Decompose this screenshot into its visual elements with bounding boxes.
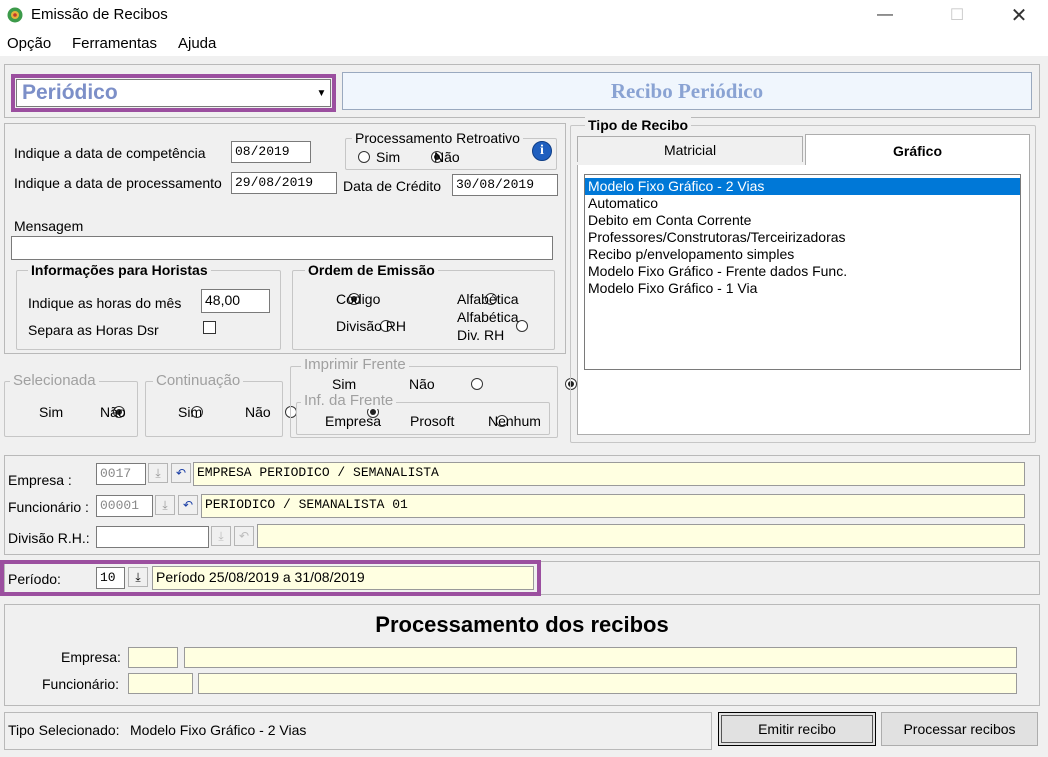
periodo-code-input[interactable]: 10 <box>96 567 125 589</box>
tab-matricial-label: Matricial <box>663 141 717 158</box>
periodo-label: Período: <box>8 571 61 587</box>
funcionario-code-input[interactable]: 00001 <box>96 495 153 517</box>
processar-recibos-label: Processar recibos <box>903 721 1016 737</box>
list-item[interactable]: Professores/Construtoras/Terceirizadoras <box>585 229 1020 246</box>
proc-funcionario-code <box>128 673 193 694</box>
title-bar: Emissão de Recibos — ☐ ✕ <box>0 0 1048 30</box>
continuacao-legend: Continuação <box>153 372 244 389</box>
ordem-alfabetica-div-label-1: Alfabética <box>457 309 519 325</box>
competencia-input[interactable]: 08/2019 <box>231 141 311 163</box>
processamento-label: Indique a data de processamento <box>14 175 222 191</box>
imprimir-nao-label: Não <box>409 376 435 392</box>
emitir-recibo-label: Emitir recibo <box>758 721 836 737</box>
ordem-alfabetica-label: Alfabética <box>457 291 519 307</box>
proc-funcionario-label: Funcionário: <box>42 676 120 692</box>
retroativo-sim-radio[interactable] <box>358 151 370 163</box>
banner-box: Recibo Periódico <box>342 72 1032 110</box>
empresa-lookup-icon[interactable]: ⤓ <box>148 463 168 483</box>
selecionada-sim-label: Sim <box>39 404 64 420</box>
proc-empresa-name <box>184 647 1017 668</box>
imprimir-sim-radio[interactable] <box>470 378 483 390</box>
tab-matricial[interactable]: Matricial <box>577 136 803 162</box>
dropdown-arrow-icon[interactable]: ▼ <box>313 82 330 104</box>
list-item[interactable]: Recibo p/envelopamento simples <box>585 246 1020 263</box>
proc-funcionario-name <box>198 673 1017 694</box>
retroativo-legend: Processamento Retroativo <box>352 130 523 146</box>
continuacao-sim-label: Sim <box>178 404 203 420</box>
list-item[interactable]: Debito em Conta Corrente <box>585 212 1020 229</box>
maximize-button[interactable]: ☐ <box>934 0 980 30</box>
list-item[interactable]: Modelo Fixo Gráfico - 2 Vias <box>585 178 1020 195</box>
mode-select-value: Periódico <box>22 81 118 104</box>
empresa-code-input[interactable]: 0017 <box>96 463 146 485</box>
info-icon[interactable]: i <box>532 141 552 161</box>
empresa-label: Empresa : <box>8 472 72 488</box>
periodo-desc-field: Período 25/08/2019 a 31/08/2019 <box>152 566 534 590</box>
tab-grafico[interactable]: Gráfico <box>805 134 1030 166</box>
menu-bar: Opção Ferramentas Ajuda <box>0 30 1048 56</box>
list-item[interactable]: Modelo Fixo Gráfico - 1 Via <box>585 280 1020 297</box>
horas-input[interactable]: 48,00 <box>201 289 270 313</box>
imprimir-frente-legend: Imprimir Frente <box>301 356 409 373</box>
credito-label: Data de Crédito <box>343 178 442 194</box>
dsr-checkbox[interactable] <box>203 321 216 334</box>
emitir-recibo-button[interactable]: Emitir recibo <box>718 712 876 746</box>
divisao-undo-icon[interactable]: ↶ <box>234 526 254 546</box>
inf-nenhum-label: Nenhum <box>488 413 541 429</box>
selecionada-nao-label: Não <box>100 404 126 420</box>
ordem-alfabetica-div-label-2: Div. RH <box>457 327 505 343</box>
processamento-title: Processamento dos recibos <box>375 612 669 637</box>
ordem-legend: Ordem de Emissão <box>305 262 438 278</box>
tipo-recibo-legend: Tipo de Recibo <box>585 117 692 133</box>
tipo-selecionado-value: Modelo Fixo Gráfico - 2 Vias <box>130 722 307 738</box>
processar-recibos-button[interactable]: Processar recibos <box>881 712 1038 746</box>
periodo-lookup-icon[interactable]: ⤓ <box>128 567 148 587</box>
funcionario-label: Funcionário : <box>8 499 89 515</box>
funcionario-undo-icon[interactable]: ↶ <box>178 495 198 515</box>
empresa-undo-icon[interactable]: ↶ <box>171 463 191 483</box>
tipo-selecionado-label: Tipo Selecionado: <box>8 722 120 738</box>
imprimir-sim-label: Sim <box>332 376 357 392</box>
divisao-code-input[interactable] <box>96 526 209 548</box>
retroativo-nao-label: Não <box>434 149 460 165</box>
ordem-divisao-label: Divisão RH <box>336 318 407 334</box>
list-item[interactable]: Modelo Fixo Gráfico - Frente dados Func. <box>585 263 1020 280</box>
empresa-name-field: EMPRESA PERIODICO / SEMANALISTA <box>193 462 1025 486</box>
menu-ajuda[interactable]: Ajuda <box>178 35 216 52</box>
divisao-lookup-icon[interactable]: ⤓ <box>211 526 231 546</box>
list-item[interactable]: Automatico <box>585 195 1020 212</box>
proc-empresa-code <box>128 647 178 668</box>
proc-empresa-label: Empresa: <box>61 649 121 665</box>
competencia-label: Indique a data de competência <box>14 145 206 161</box>
menu-ferramentas[interactable]: Ferramentas <box>72 35 157 52</box>
funcionario-name-field: PERIODICO / SEMANALISTA 01 <box>201 494 1025 518</box>
minimize-button[interactable]: — <box>862 0 908 30</box>
divisao-label: Divisão R.H.: <box>8 530 90 546</box>
inf-prosoft-label: Prosoft <box>410 413 455 429</box>
credito-input[interactable]: 30/08/2019 <box>452 174 558 196</box>
menu-opcao[interactable]: Opção <box>7 35 51 52</box>
mode-select[interactable]: Periódico ▼ <box>16 79 331 107</box>
mensagem-input[interactable] <box>11 236 553 260</box>
horas-label: Indique as horas do mês <box>28 295 182 311</box>
continuacao-nao-label: Não <box>245 404 271 420</box>
inf-empresa-label: Empresa <box>325 413 382 429</box>
window-title: Emissão de Recibos <box>31 6 168 23</box>
mensagem-label: Mensagem <box>14 218 84 234</box>
retroativo-sim-label: Sim <box>376 149 401 165</box>
horistas-legend: Informações para Horistas <box>28 262 211 278</box>
close-button[interactable]: ✕ <box>996 0 1042 30</box>
recibo-type-list[interactable]: Modelo Fixo Gráfico - 2 Vias Automatico … <box>584 174 1021 370</box>
inf-frente-legend: Inf. da Frente <box>301 392 397 409</box>
app-icon <box>7 7 23 23</box>
divisao-name-field <box>257 524 1025 548</box>
tab-grafico-label: Gráfico <box>892 142 942 159</box>
banner-title: Recibo Periódico <box>610 78 764 103</box>
ordem-codigo-label: Código <box>336 291 381 307</box>
selecionada-legend: Selecionada <box>10 372 99 389</box>
dsr-label: Separa as Horas Dsr <box>28 322 159 338</box>
processamento-input[interactable]: 29/08/2019 <box>231 172 337 194</box>
funcionario-lookup-icon[interactable]: ⤓ <box>155 495 175 515</box>
